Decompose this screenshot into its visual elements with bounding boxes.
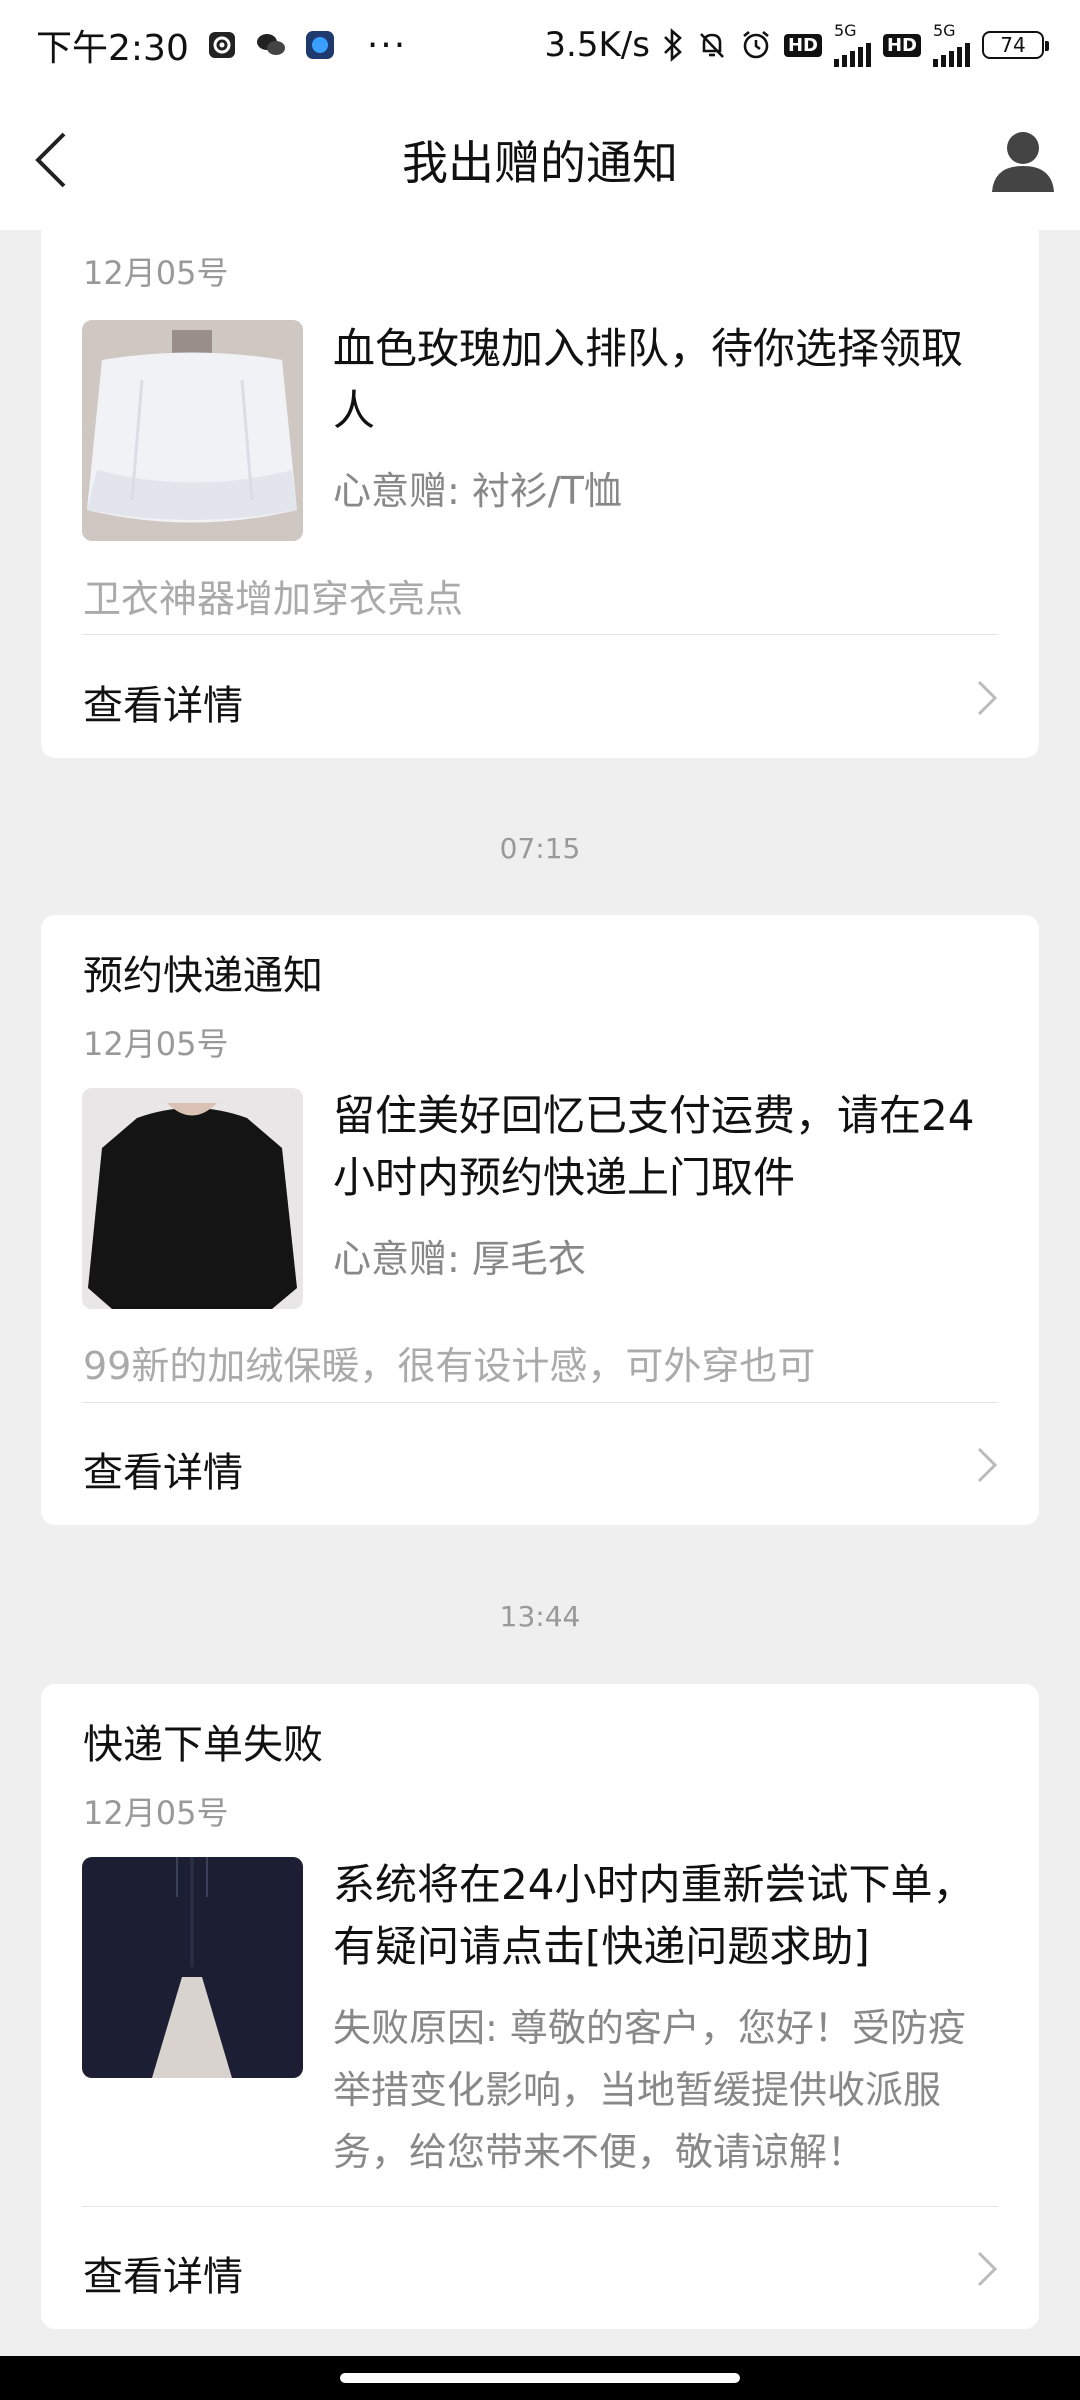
view-details-link[interactable]: 查看详情 xyxy=(83,673,243,731)
net-speed: 3.5K/s xyxy=(544,25,650,65)
mute-icon xyxy=(696,29,728,61)
status-bar: 下午2:30 ··· 3.5K/s HD 5G HD 5G 74 xyxy=(0,0,1080,90)
card-title: 预约快递通知 xyxy=(83,953,323,999)
app-icon xyxy=(305,30,335,60)
user-avatar-button[interactable] xyxy=(988,126,1058,196)
page-title: 我出赠的通知 xyxy=(402,136,678,190)
card-date: 12月05号 xyxy=(83,1794,229,1832)
alarm-icon xyxy=(740,29,772,61)
card-date: 12月05号 xyxy=(83,1025,229,1063)
item-thumbnail[interactable] xyxy=(82,1857,303,2078)
card-message: 系统将在24小时内重新尝试下单，有疑问请点击[快递问题求助] xyxy=(333,1860,975,1971)
chevron-right-icon xyxy=(977,2251,998,2287)
network-type-1: 5G xyxy=(833,21,857,40)
chevron-right-icon xyxy=(977,680,998,716)
notification-card-2: 预约快递通知 12月05号 留住美好回忆已支付运费，请在24小时内预约快递上门取… xyxy=(41,915,1039,1525)
card-gift-label: 心意赠: 厚毛衣 xyxy=(333,1237,586,1281)
notification-card-3: 快递下单失败 12月05号 系统将在24小时内重新尝试下单，有疑问请点击[快递问… xyxy=(41,1684,1039,2329)
view-details-link[interactable]: 查看详情 xyxy=(83,2244,243,2302)
item-thumbnail[interactable] xyxy=(82,320,303,541)
back-arrow-icon xyxy=(35,132,66,188)
timestamp: 13:44 xyxy=(499,1600,581,1633)
card-gift-label: 心意赠: 衬衫/T恤 xyxy=(333,469,622,513)
card-description: 卫衣神器增加穿衣亮点 xyxy=(83,577,464,621)
more-notifications: ··· xyxy=(366,24,408,66)
back-button[interactable] xyxy=(20,128,84,192)
hd-badge: HD xyxy=(783,33,822,57)
divider xyxy=(82,1402,998,1403)
chevron-right-icon xyxy=(977,1447,998,1483)
card-message: 留住美好回忆已支付运费，请在24小时内预约快递上门取件 xyxy=(333,1091,975,1202)
hd-badge-2: HD xyxy=(882,33,921,57)
timestamp: 07:15 xyxy=(499,832,581,865)
title-bar: 我出赠的通知 xyxy=(0,90,1080,230)
settings-icon xyxy=(207,30,237,60)
card-description: 99新的加绒保暖，很有设计感，可外穿也可 xyxy=(83,1344,816,1388)
divider xyxy=(82,634,998,635)
user-avatar-icon xyxy=(992,132,1054,192)
card-date: 12月05号 xyxy=(83,254,229,292)
signal-icon xyxy=(833,39,871,67)
status-time: 下午2:30 xyxy=(36,28,189,69)
failure-reason: 失败原因: 尊敬的客户，您好！受防疫举措变化影响，当地暂缓提供收派服务，给您带来… xyxy=(333,2006,966,2174)
system-nav-bar xyxy=(0,2356,1080,2400)
notification-card-1: 12月05号 血色玫瑰加入排队，待你选择领取人 心意赠: 衬衫/T恤 卫衣神器增… xyxy=(41,230,1039,758)
signal-icon-2 xyxy=(933,39,970,67)
divider xyxy=(82,2206,998,2207)
bluetooth-icon xyxy=(662,28,684,62)
home-indicator[interactable] xyxy=(340,2373,740,2383)
wechat-icon xyxy=(255,31,287,59)
battery-level: 74 xyxy=(1000,33,1026,57)
card-title: 快递下单失败 xyxy=(83,1722,323,1768)
battery-icon: 74 xyxy=(982,31,1049,59)
card-message: 血色玫瑰加入排队，待你选择领取人 xyxy=(333,324,964,435)
item-thumbnail[interactable] xyxy=(82,1088,303,1309)
network-type-2: 5G xyxy=(933,21,956,40)
view-details-link[interactable]: 查看详情 xyxy=(83,1440,243,1498)
